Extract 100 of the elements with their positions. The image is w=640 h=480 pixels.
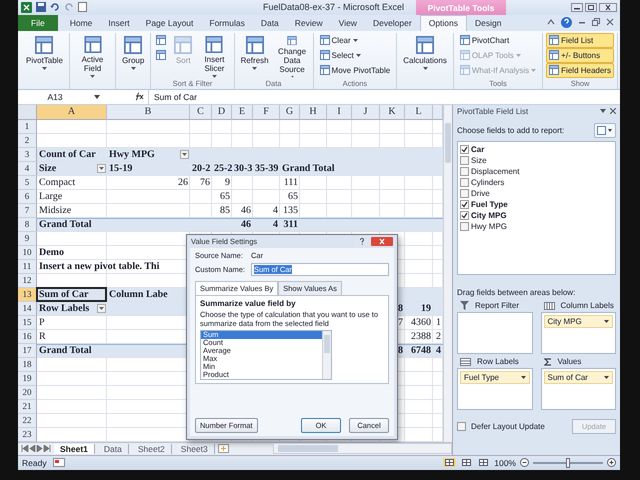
field-label[interactable]: Hwy MPG xyxy=(471,222,507,230)
ribbon-button[interactable]: Refresh xyxy=(238,32,272,78)
zoom-in-icon[interactable] xyxy=(607,458,616,468)
column-header[interactable]: C xyxy=(190,104,212,120)
field-label[interactable]: Size xyxy=(471,156,487,164)
filter-dropdown-button[interactable] xyxy=(97,164,106,173)
column-header[interactable]: B xyxy=(107,104,190,120)
field-chip[interactable]: City MPG xyxy=(544,314,613,328)
row-header[interactable]: 15 xyxy=(18,316,37,330)
collapse-ribbon-icon[interactable] xyxy=(547,18,555,26)
row-header[interactable]: 16 xyxy=(18,330,37,344)
drop-area[interactable]: Fuel Type xyxy=(457,368,532,410)
zoom-out-icon[interactable] xyxy=(520,458,529,468)
row-header[interactable]: 9 xyxy=(18,232,37,246)
field-label[interactable]: City MPG xyxy=(471,210,507,220)
row-header[interactable]: 21 xyxy=(18,400,37,414)
drop-area[interactable]: Sum of Car xyxy=(540,368,616,410)
column-header[interactable]: G xyxy=(280,104,300,120)
horizontal-scrollbar[interactable] xyxy=(272,443,452,454)
ribbon-tab[interactable]: Developer xyxy=(364,16,420,30)
row-header[interactable]: 20 xyxy=(18,386,37,400)
checkbox[interactable] xyxy=(460,222,469,230)
sheet-tab[interactable]: Data xyxy=(98,444,129,454)
column-header[interactable]: H xyxy=(300,104,327,120)
row-header[interactable]: 11 xyxy=(18,260,37,274)
row-header[interactable]: 2 xyxy=(18,134,37,148)
column-header[interactable]: D xyxy=(212,104,232,120)
dropdown-arrow-icon[interactable] xyxy=(94,94,100,98)
ribbon-button[interactable]: Clear xyxy=(316,32,394,48)
checkbox[interactable] xyxy=(460,188,469,198)
sheet-tab[interactable]: Sheet1 xyxy=(54,444,95,454)
sort-button[interactable] xyxy=(154,32,168,48)
view-button[interactable] xyxy=(443,458,456,468)
ribbon-tab[interactable]: File xyxy=(18,14,58,30)
column-header[interactable]: L xyxy=(405,104,433,120)
checkbox[interactable] xyxy=(460,144,469,154)
formula-field[interactable]: Sum of Car xyxy=(148,90,620,104)
close-icon[interactable] xyxy=(599,2,617,12)
field-chip[interactable]: Fuel Type xyxy=(460,370,530,384)
ribbon-tab[interactable]: View xyxy=(330,16,365,30)
ribbon-tab[interactable]: Insert xyxy=(100,16,138,30)
field-label[interactable]: Car xyxy=(471,144,484,154)
macro-record-icon[interactable] xyxy=(52,458,65,468)
ribbon-button[interactable]: Move PivotTable xyxy=(316,62,394,78)
checkbox[interactable] xyxy=(460,210,469,220)
ribbon-button[interactable]: +/- Buttons xyxy=(546,48,614,62)
sheet-navigation-icon[interactable] xyxy=(21,445,51,452)
row-header[interactable]: 4 xyxy=(18,162,37,176)
ribbon-button[interactable]: Field Headers xyxy=(546,62,614,78)
selected-cell[interactable]: Sum of Car xyxy=(36,286,107,302)
field-label[interactable]: Cylinders xyxy=(471,178,504,186)
zoom-level-text[interactable]: 100% xyxy=(494,458,516,468)
row-header[interactable]: 8 xyxy=(18,218,37,232)
ribbon-button[interactable]: PivotTable xyxy=(23,32,66,78)
ribbon-tab[interactable]: Design xyxy=(467,16,510,30)
column-header[interactable]: K xyxy=(380,104,405,120)
column-header[interactable]: F xyxy=(253,104,280,120)
ribbon-button[interactable]: Insert Slicer xyxy=(198,32,231,78)
insert-sheet-icon[interactable] xyxy=(218,444,230,453)
field-label[interactable]: Fuel Type xyxy=(471,200,508,208)
ribbon-tab[interactable]: Options xyxy=(420,14,467,30)
field-label[interactable]: Drive xyxy=(471,188,490,198)
sort-button[interactable] xyxy=(154,48,168,62)
maximize-icon[interactable] xyxy=(585,2,597,12)
row-header[interactable]: 5 xyxy=(18,176,37,190)
ribbon-button[interactable]: Group xyxy=(119,32,148,78)
filter-dropdown-button[interactable] xyxy=(180,150,189,159)
row-header[interactable]: 1 xyxy=(18,120,37,134)
checkbox[interactable] xyxy=(460,178,469,186)
checkbox[interactable] xyxy=(460,200,469,208)
view-button[interactable] xyxy=(477,458,490,468)
close-icon[interactable] xyxy=(610,108,616,114)
row-header[interactable]: 14 xyxy=(18,302,37,316)
checkbox[interactable] xyxy=(457,422,466,430)
ribbon-button[interactable]: Select xyxy=(316,48,394,62)
checkbox[interactable] xyxy=(460,156,469,164)
ribbon-tab[interactable]: Page Layout xyxy=(138,16,202,30)
vertical-scrollbar[interactable] xyxy=(443,104,452,442)
ribbon-button[interactable]: Change Data Source xyxy=(274,32,310,78)
new-document-icon[interactable] xyxy=(78,2,87,12)
name-box[interactable]: A13 xyxy=(20,92,90,102)
ribbon-tab[interactable]: Data xyxy=(252,16,287,30)
row-header[interactable]: 22 xyxy=(18,414,37,428)
sheet-tab[interactable]: Sheet2 xyxy=(132,444,172,454)
ribbon-button[interactable]: Field List xyxy=(546,32,614,48)
row-header[interactable]: 6 xyxy=(18,190,37,204)
list-scrollbar[interactable] xyxy=(322,330,331,378)
drop-area[interactable]: City MPG xyxy=(540,312,616,354)
ribbon-tab[interactable]: Formulas xyxy=(201,16,253,30)
close-icon[interactable] xyxy=(606,18,614,26)
ribbon-button[interactable]: Calculations xyxy=(400,32,450,78)
row-header[interactable]: 23 xyxy=(18,428,37,442)
field-chip[interactable]: Sum of Car xyxy=(544,370,613,384)
column-header[interactable]: I xyxy=(327,104,352,120)
sheet-tab[interactable]: Sheet3 xyxy=(174,444,215,454)
column-header[interactable]: E xyxy=(232,104,253,120)
column-header[interactable]: A xyxy=(37,104,107,120)
row-header[interactable]: 19 xyxy=(18,372,37,386)
field-label[interactable]: Displacement xyxy=(471,166,520,176)
help-icon[interactable] xyxy=(561,16,572,28)
